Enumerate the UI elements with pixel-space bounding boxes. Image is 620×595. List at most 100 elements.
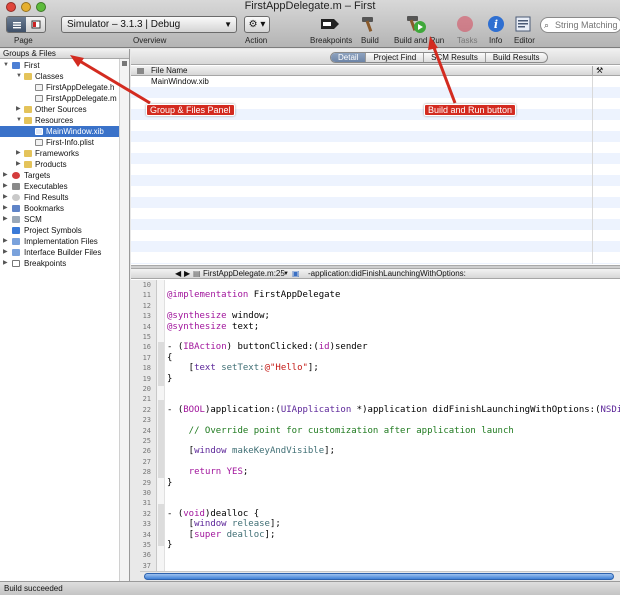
disclosure-closed-icon[interactable]: ▶ <box>3 192 8 203</box>
line-number: 26 <box>142 447 151 456</box>
sidebar-scrollbar[interactable] <box>119 59 129 581</box>
disclosure-closed-icon[interactable]: ▶ <box>3 236 8 247</box>
code-line[interactable]: return YES; <box>167 467 249 477</box>
column-header-code[interactable]: ⚒ <box>592 66 620 76</box>
disclosure-closed-icon[interactable]: ▶ <box>3 170 8 181</box>
code-line[interactable]: } <box>167 374 172 384</box>
editor-horizontal-scrollbar[interactable] <box>140 571 620 581</box>
tab-project-find[interactable]: Project Find <box>365 53 423 62</box>
back-arrow-icon[interactable]: ◀ <box>175 269 181 279</box>
tree-item-firstappdelegate-m[interactable]: FirstAppDelegate.m <box>0 93 129 104</box>
disclosure-closed-icon[interactable]: ▶ <box>3 258 8 269</box>
code-line[interactable]: // Override point for customization afte… <box>167 426 514 436</box>
scrollbar-thumb[interactable] <box>144 573 614 580</box>
disclosure-closed-icon[interactable]: ▶ <box>3 181 8 192</box>
tree-item-label: MainWindow.xib <box>46 127 104 136</box>
disclosure-open-icon[interactable]: ▼ <box>16 71 22 82</box>
tree-item-implementation-files[interactable]: ▶ Implementation Files <box>0 236 129 247</box>
tree-item-find-results[interactable]: ▶ Find Results <box>0 192 129 203</box>
tab-detail[interactable]: Detail <box>331 53 366 62</box>
code-token: // Override point for customization afte… <box>167 425 514 436</box>
tree-item-label: Resources <box>35 116 74 125</box>
detail-tabbar: Detail Project Find SCM Results Build Re… <box>131 49 620 65</box>
code-token: release <box>226 519 270 530</box>
code-line[interactable]: @implementation FirstAppDelegate <box>167 290 340 300</box>
tree-item-label: Products <box>35 160 67 169</box>
disclosure-closed-icon[interactable]: ▶ <box>16 148 21 159</box>
code-line[interactable]: - (IBAction) buttonClicked:(id)sender <box>167 342 368 352</box>
forward-arrow-icon[interactable]: ▶ <box>184 269 190 279</box>
tree-item-project-symbols[interactable]: Project Symbols <box>0 225 129 236</box>
search-field[interactable]: ⌕ <box>540 17 620 33</box>
disclosure-closed-icon[interactable]: ▶ <box>3 203 8 214</box>
tree-item-bookmarks[interactable]: ▶ Bookmarks <box>0 203 129 214</box>
function-popup[interactable]: -application:didFinishLaunchingWithOptio… <box>308 269 466 279</box>
line-number: 11 <box>142 291 151 300</box>
file-row[interactable]: MainWindow.xib <box>131 76 620 87</box>
disclosure-open-icon[interactable]: ▼ <box>3 60 9 71</box>
code-token: window <box>194 446 227 457</box>
chevron-down-icon: ▼ <box>224 20 232 29</box>
disclosure-closed-icon[interactable]: ▶ <box>16 104 21 115</box>
code-line[interactable]: } <box>167 478 172 488</box>
code-token: super <box>194 529 222 540</box>
tab-build-results[interactable]: Build Results <box>484 53 547 62</box>
tree-item-interface-builder-files[interactable]: ▶ Interface Builder Files <box>0 247 129 258</box>
info-button[interactable]: i <box>485 15 507 35</box>
search-input[interactable] <box>555 20 619 30</box>
tree-item-classes[interactable]: ▼ Classes <box>0 71 129 82</box>
line-number: 29 <box>142 478 151 487</box>
code-token: [ <box>167 363 195 374</box>
disclosure-closed-icon[interactable]: ▶ <box>3 214 8 225</box>
tasks-button[interactable] <box>454 15 476 35</box>
code-line[interactable]: } <box>167 540 172 550</box>
code-line[interactable]: - (BOOL)application:(UIApplication *)app… <box>167 405 620 415</box>
code-editor[interactable]: 10 11 12 13 14 15 16 17 18 19 20 21 22 23 24 25 26 27 28 29… <box>131 280 620 591</box>
action-button[interactable]: ⚙ ▾ <box>244 16 270 33</box>
code-line[interactable]: [super dealloc]; <box>167 529 276 540</box>
page-list-icon <box>7 17 26 32</box>
action-label: Action <box>245 36 268 45</box>
code-line[interactable]: @synthesize text; <box>167 322 259 332</box>
build-button[interactable] <box>358 15 380 35</box>
code-line[interactable]: - (void)dealloc { <box>167 509 259 519</box>
tree-item-first[interactable]: ▼ First <box>0 60 129 71</box>
tree-item-firstappdelegate-h[interactable]: FirstAppDelegate.h <box>0 82 129 93</box>
line-number: 12 <box>142 301 151 310</box>
column-header-file-name[interactable]: File Name <box>151 66 187 76</box>
line-number: 34 <box>142 530 151 539</box>
hammer-small-icon: ⚒ <box>596 66 604 75</box>
tree-item-products[interactable]: ▶ Products <box>0 159 129 170</box>
code-token: )application:( <box>204 404 281 415</box>
tree-item-frameworks[interactable]: ▶ Frameworks <box>0 148 129 159</box>
file-popup[interactable]: FirstAppDelegate.m:25 <box>203 269 285 279</box>
code-line[interactable]: [text setText:@"Hello"]; <box>167 363 319 373</box>
code-line[interactable]: @synthesize window; <box>167 311 270 321</box>
cube-icon <box>12 227 20 234</box>
code-line[interactable]: [window release]; <box>167 519 281 529</box>
overview-popup[interactable]: Simulator – 3.1.3 | Debug ▼ <box>61 16 237 33</box>
build-and-run-button[interactable] <box>405 15 427 35</box>
breakpoints-button[interactable] <box>319 15 341 35</box>
tree-item-scm[interactable]: ▶ SCM <box>0 214 129 225</box>
tree-item-first-info-plist[interactable]: First-Info.plist <box>0 137 129 148</box>
annotation-build-run: Build and Run button <box>424 104 517 116</box>
code-token: } <box>167 477 173 488</box>
tree-item-other-sources[interactable]: ▶ Other Sources <box>0 104 129 115</box>
editor-button[interactable] <box>512 15 534 35</box>
tree-item-targets[interactable]: ▶ Targets <box>0 170 129 181</box>
disclosure-open-icon[interactable]: ▼ <box>16 115 22 126</box>
tree-item-mainwindow-xib[interactable]: MainWindow.xib <box>0 126 129 137</box>
tree-item-executables[interactable]: ▶ Executables <box>0 181 129 192</box>
tab-scm-results[interactable]: SCM Results <box>423 53 485 62</box>
page-toggle-button[interactable] <box>6 16 46 33</box>
tree-item-breakpoints[interactable]: ▶ Breakpoints <box>0 258 129 269</box>
disclosure-closed-icon[interactable]: ▶ <box>3 247 8 258</box>
code-token: FirstAppDelegate <box>248 290 341 301</box>
tree-item-label: Interface Builder Files <box>24 248 102 257</box>
disclosure-closed-icon[interactable]: ▶ <box>16 159 21 170</box>
tree-item-resources[interactable]: ▼ Resources <box>0 115 129 126</box>
code-line[interactable]: [window makeKeyAndVisible]; <box>167 446 335 456</box>
code-line[interactable]: { <box>167 353 172 363</box>
